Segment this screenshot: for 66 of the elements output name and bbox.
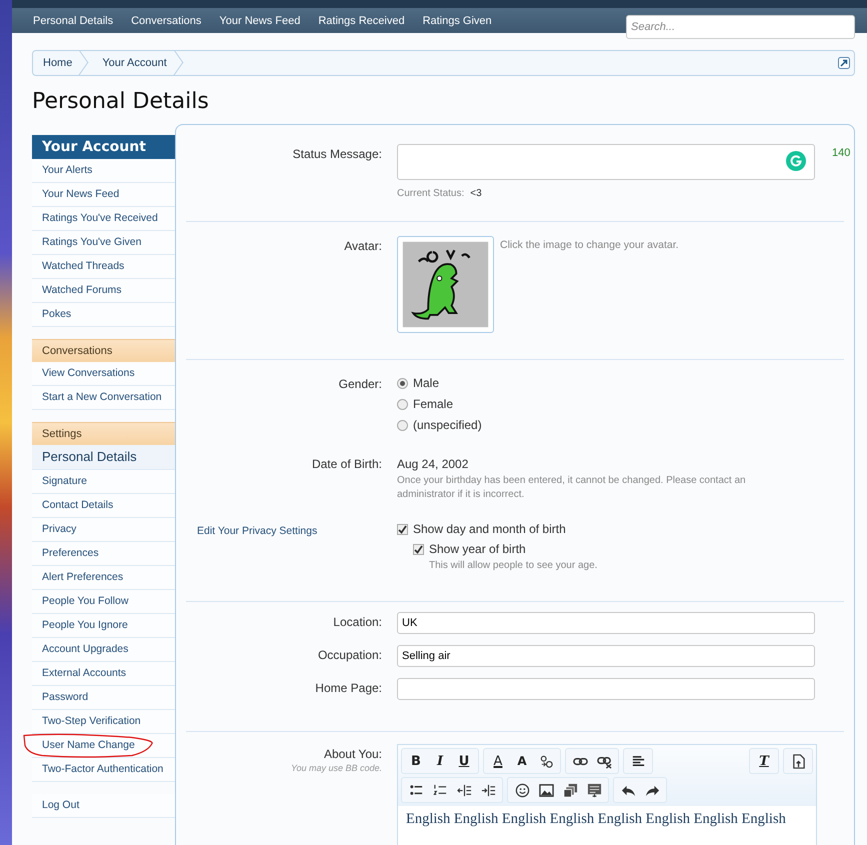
sidebar-item[interactable]: Personal Details	[32, 445, 175, 470]
character-counter: 140	[832, 146, 850, 161]
checkbox-option[interactable]: Show day and month of birth	[397, 522, 817, 536]
checkbox-option[interactable]: Show year of birth	[413, 542, 817, 556]
sidebar-heading: Your Account	[32, 135, 175, 159]
nav-tab[interactable]: Your News Feed	[210, 14, 310, 26]
field-label: Location:	[332, 614, 382, 631]
field-label: Avatar:	[343, 238, 382, 255]
radio-button[interactable]	[397, 378, 408, 388]
nav-tab[interactable]: Ratings Received	[309, 14, 414, 26]
bb-code-hint: You may use BB code.	[290, 763, 382, 773]
rich-text-editor[interactable]: B I U A A T English English English English English English English English	[397, 744, 817, 845]
field-label: About You:	[322, 746, 382, 761]
checkbox[interactable]	[413, 544, 424, 554]
font-color-button[interactable]: A	[486, 750, 510, 772]
breadcrumb-link[interactable]: Home	[33, 51, 92, 75]
birthday-note: Once your birthday has been entered, it cannot be changed. Please contact an administrator if it is incorrect.	[397, 474, 747, 502]
checkbox[interactable]	[397, 524, 408, 534]
source-icon	[790, 754, 806, 768]
bullets-icon	[408, 782, 424, 798]
code-icon	[586, 782, 602, 798]
outdent-icon	[456, 782, 472, 798]
field-label: Status Message:	[292, 146, 382, 163]
birth-date-value: Aug 24, 2002	[397, 456, 470, 471]
search-field[interactable]: Search...	[626, 15, 855, 39]
sidebar-section-heading: Settings	[32, 422, 175, 445]
gender-radio-option[interactable]: (unspecified)	[397, 418, 817, 432]
radio-button[interactable]	[397, 420, 408, 430]
grammar-check-icon[interactable]	[786, 151, 806, 171]
field-label: Occupation:	[316, 647, 382, 664]
gender-radio-option[interactable]: Male	[397, 376, 817, 390]
editor-text: English English English English English English English English	[405, 810, 787, 829]
align-icon	[630, 754, 646, 768]
numbers-icon	[432, 782, 448, 798]
text-input-field[interactable]	[397, 678, 815, 700]
field-label: Gender:	[338, 376, 382, 393]
avatar-hint: Click the image to change your avatar.	[500, 238, 679, 253]
radio-button[interactable]	[397, 398, 408, 410]
image-icon	[538, 782, 554, 798]
jump-icon[interactable]	[838, 57, 850, 69]
nav-tab[interactable]: Personal Details	[24, 14, 122, 26]
breadcrumb-link[interactable]: Your Account	[92, 51, 187, 75]
avatar-drawing[interactable]	[397, 236, 494, 333]
sidebar-section-heading: Conversations	[32, 339, 175, 362]
nav-tab[interactable]: Ratings Given	[414, 14, 501, 26]
checkmark-icon	[414, 544, 423, 554]
indent-icon	[480, 782, 496, 798]
italic-button[interactable]: I	[428, 750, 452, 772]
remove-format-button[interactable]: T	[752, 750, 776, 772]
privacy-settings-link[interactable]: Edit Your Privacy Settings	[197, 525, 318, 537]
media-icon	[562, 782, 578, 798]
text-input-field[interactable]: Selling air	[397, 645, 815, 667]
page-title: Personal Details	[32, 89, 210, 114]
checkbox-note: This will allow people to see your age.	[429, 559, 598, 573]
text-input-field[interactable]: UK	[397, 612, 815, 634]
font-size-button[interactable]: A	[510, 750, 534, 772]
underline-button[interactable]: U	[452, 750, 476, 772]
field-label: Date of Birth:	[310, 456, 382, 473]
current-status-value: <3	[470, 188, 482, 199]
nav-tab[interactable]: Conversations	[122, 14, 210, 26]
field-label: Home Page:	[314, 680, 382, 697]
current-status-label: Current Status:	[397, 188, 464, 199]
smilies-icon	[514, 782, 530, 798]
checkmark-icon	[398, 524, 407, 534]
gender-radio-option[interactable]: Female	[397, 397, 817, 411]
bold-button[interactable]: B	[404, 750, 428, 772]
